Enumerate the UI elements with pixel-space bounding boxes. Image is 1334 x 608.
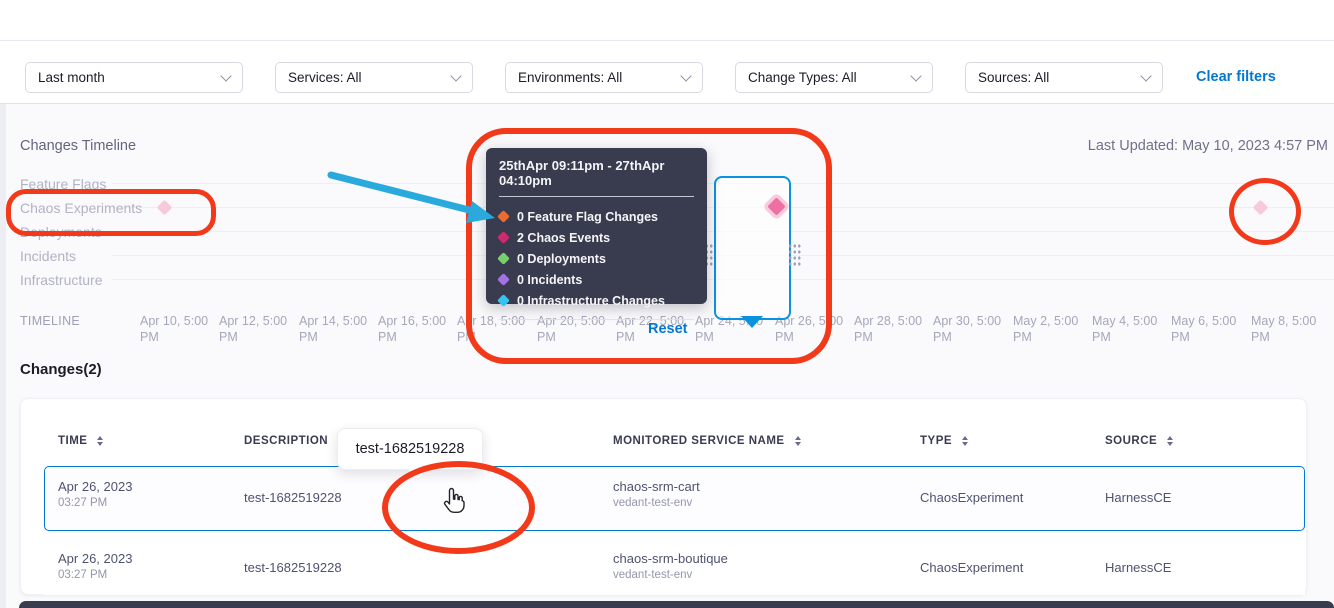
axis-tick: Apr 18, 5:00 — [457, 314, 525, 328]
sources-dropdown[interactable]: Sources: All — [965, 62, 1163, 93]
category-incidents: Incidents — [20, 248, 76, 264]
column-header-time[interactable]: TIME — [58, 435, 103, 447]
last-updated-text: Last Updated: May 10, 2023 4:57 PM — [1088, 138, 1328, 154]
row2-description: test-1682519228 — [244, 560, 342, 575]
column-header-source[interactable]: SOURCE — [1105, 435, 1173, 447]
deployment-diamond-icon — [497, 252, 510, 265]
sort-icon[interactable] — [97, 436, 103, 446]
divider — [499, 319, 694, 320]
row1-type: ChaosExperiment — [920, 490, 1023, 505]
legend-infrastructure: 0 Infrastructure Changes — [499, 290, 694, 311]
category-infrastructure: Infrastructure — [20, 272, 102, 288]
changes-count-heading: Changes(2) — [20, 361, 102, 378]
timeline-brush-selection[interactable] — [714, 176, 791, 320]
description-tooltip: test-1682519228 — [337, 428, 483, 470]
row1-environment: vedant-test-env — [613, 497, 692, 509]
axis-tick: May 6, 5:00 — [1171, 314, 1236, 328]
axis-tick: May 2, 5:00 — [1013, 314, 1078, 328]
axis-tick: May 4, 5:00 — [1092, 314, 1157, 328]
services-dropdown[interactable]: Services: All — [275, 62, 473, 93]
column-header-type[interactable]: TYPE — [920, 435, 968, 447]
infrastructure-diamond-icon — [497, 294, 510, 307]
environments-dropdown[interactable]: Environments: All — [505, 62, 703, 93]
chevron-down-icon — [1140, 70, 1151, 81]
sort-icon[interactable] — [795, 436, 801, 446]
time-range-value: Last month — [38, 70, 105, 85]
brush-right-handle[interactable] — [788, 243, 801, 266]
annotation-circle-right-marker — [1229, 178, 1301, 245]
row1-service: chaos-srm-cart — [613, 479, 700, 494]
row1-description: test-1682519228 — [244, 490, 342, 505]
sort-icon[interactable] — [962, 436, 968, 446]
category-chaos-experiments: Chaos Experiments — [20, 200, 142, 216]
row1-date: Apr 26, 2023 — [58, 479, 132, 494]
chevron-down-icon — [220, 70, 231, 81]
timeline-hover-tooltip: 25thApr 09:11pm - 27thApr 04:10pm 0 Feat… — [486, 148, 707, 304]
category-feature-flags: Feature Flags — [20, 176, 106, 192]
chaos-event-marker-faded[interactable] — [1253, 200, 1269, 216]
column-header-monitored-service[interactable]: MONITORED SERVICE NAME — [613, 435, 801, 447]
sort-icon[interactable] — [1167, 436, 1173, 446]
time-range-dropdown[interactable]: Last month — [25, 62, 243, 93]
row2-environment: vedant-test-env — [613, 569, 692, 581]
axis-tick: Apr 14, 5:00 — [299, 314, 367, 328]
row1-time: 03:27 PM — [58, 497, 107, 509]
divider — [499, 196, 694, 197]
change-types-dropdown[interactable]: Change Types: All — [735, 62, 933, 93]
row2-date: Apr 26, 2023 — [58, 551, 132, 566]
row2-source: HarnessCE — [1105, 560, 1171, 575]
legend-feature-flags: 0 Feature Flag Changes — [499, 206, 694, 227]
reset-button[interactable]: Reset — [648, 321, 688, 337]
bottom-panel-edge — [19, 601, 1334, 608]
services-value: Services: All — [288, 70, 362, 85]
tooltip-date-range: 25thApr 09:11pm - 27thApr 04:10pm — [499, 158, 694, 188]
axis-tick: Apr 16, 5:00 — [378, 314, 446, 328]
clear-filters-button[interactable]: Clear filters — [1196, 69, 1276, 85]
change-types-value: Change Types: All — [748, 70, 857, 85]
axis-tick: Apr 28, 5:00 — [854, 314, 922, 328]
row2-time: 03:27 PM — [58, 569, 107, 581]
column-header-description[interactable]: DESCRIPTION — [244, 435, 344, 447]
legend-chaos-events: 2 Chaos Events — [499, 227, 694, 248]
row2-service: chaos-srm-boutique — [613, 551, 728, 566]
chaos-event-diamond-icon — [497, 231, 510, 244]
axis-tick: May 8, 5:00 — [1251, 314, 1316, 328]
legend-deployments: 0 Deployments — [499, 248, 694, 269]
chaos-event-marker-faded[interactable] — [157, 200, 173, 216]
page-header — [0, 0, 1334, 41]
environments-value: Environments: All — [518, 70, 622, 85]
category-deployments: Deployments — [20, 224, 102, 240]
chevron-down-icon — [680, 70, 691, 81]
timeline-axis-label: TIMELINE — [20, 314, 80, 328]
chevron-down-icon — [910, 70, 921, 81]
axis-tick: Apr 12, 5:00 — [219, 314, 287, 328]
annotation-arrow — [325, 167, 510, 229]
incident-diamond-icon — [497, 273, 510, 286]
chevron-down-icon — [450, 70, 461, 81]
axis-tick: Apr 20, 5:00 — [537, 314, 605, 328]
changes-timeline-title: Changes Timeline — [20, 138, 136, 154]
axis-tick: Apr 10, 5:00 — [140, 314, 208, 328]
axis-tick: Apr 30, 5:00 — [933, 314, 1001, 328]
row1-source: HarnessCE — [1105, 490, 1171, 505]
brush-caret-icon — [741, 316, 763, 328]
legend-incidents: 0 Incidents — [499, 269, 694, 290]
row2-type: ChaosExperiment — [920, 560, 1023, 575]
feature-flag-diamond-icon — [497, 210, 510, 223]
sources-value: Sources: All — [978, 70, 1049, 85]
